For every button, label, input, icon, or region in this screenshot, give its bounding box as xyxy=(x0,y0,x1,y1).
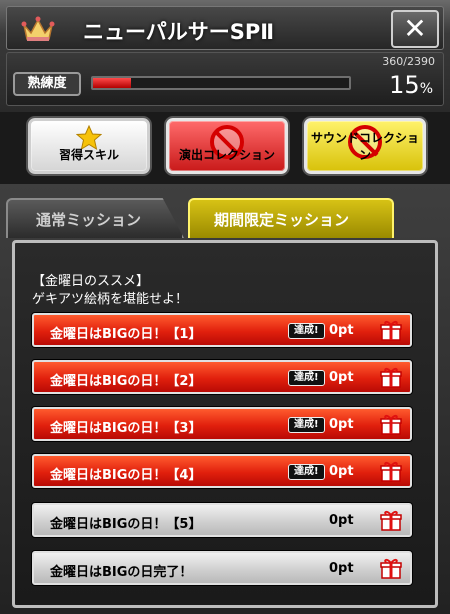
gift-icon[interactable] xyxy=(380,557,402,579)
achieved-badge: 達成! xyxy=(288,464,325,480)
skill-button[interactable]: 習得スキル xyxy=(28,118,150,174)
mission-row[interactable]: 金曜日はBIGの日！【3】 達成! 0pt xyxy=(32,407,412,441)
mission-label: 金曜日はBIGの日！【3】 xyxy=(50,421,202,436)
proficiency-count: 360/2390 xyxy=(382,55,435,68)
proficiency-fill xyxy=(93,78,132,88)
mission-row[interactable]: 金曜日はBIGの日！【1】 達成! 0pt xyxy=(32,313,412,347)
mission-row[interactable]: 金曜日はBIGの日完了！ 0pt xyxy=(32,551,412,585)
close-button[interactable]: ✕ xyxy=(391,10,439,48)
proficiency-panel: 熟練度 360/2390 15% xyxy=(6,52,444,106)
tab-limited-missions[interactable]: 期間限定ミッション xyxy=(188,198,394,238)
mission-label: 金曜日はBIGの日！【4】 xyxy=(50,468,202,483)
mission-label: 金曜日はBIGの日！【5】 xyxy=(50,517,202,532)
mission-row[interactable]: 金曜日はBIGの日！【4】 達成! 0pt xyxy=(32,454,412,488)
mission-row[interactable]: 金曜日はBIGの日！【2】 達成! 0pt xyxy=(32,360,412,394)
achieved-badge: 達成! xyxy=(288,417,325,433)
title-bar: ニューパルサーSPⅡ ✕ xyxy=(6,6,444,50)
mission-label: 金曜日はBIGの日完了！ xyxy=(50,565,193,580)
effect-collection-button[interactable]: 演出コレクション xyxy=(166,118,288,174)
mission-points: 0pt xyxy=(329,323,354,338)
gift-icon[interactable] xyxy=(380,413,402,435)
mission-title: 【金曜日のススメ】 xyxy=(32,274,150,289)
gift-icon[interactable] xyxy=(380,319,402,341)
crown-icon xyxy=(21,16,55,41)
proficiency-bar xyxy=(91,76,351,90)
effect-collection-label: 演出コレクション xyxy=(178,148,275,162)
gift-icon[interactable] xyxy=(380,509,402,531)
sound-collection-button[interactable]: サウンドコレクション xyxy=(304,118,426,174)
mission-points: 0pt xyxy=(329,464,354,479)
tab-normal-missions[interactable]: 通常ミッション xyxy=(6,198,184,238)
header: ニューパルサーSPⅡ ✕ 熟練度 360/2390 15% xyxy=(0,0,450,112)
mission-label: 金曜日はBIGの日！【1】 xyxy=(50,327,202,342)
proficiency-label: 熟練度 xyxy=(13,72,81,96)
mission-points: 0pt xyxy=(329,513,354,528)
proficiency-percent-unit: % xyxy=(419,81,433,97)
sound-collection-label: サウンドコレクション xyxy=(310,131,419,162)
achieved-badge: 達成! xyxy=(288,323,325,339)
mission-label: 金曜日はBIGの日！【2】 xyxy=(50,374,202,389)
mission-points: 0pt xyxy=(329,561,354,576)
proficiency-percent: 15% xyxy=(389,71,433,99)
mission-row[interactable]: 金曜日はBIGの日！【5】 0pt xyxy=(32,503,412,537)
skill-button-label: 習得スキル xyxy=(58,148,119,162)
mission-points: 0pt xyxy=(329,417,354,432)
close-icon: ✕ xyxy=(403,12,427,45)
mission-points: 0pt xyxy=(329,370,354,385)
gift-icon[interactable] xyxy=(380,366,402,388)
achieved-badge: 達成! xyxy=(288,370,325,386)
proficiency-percent-value: 15 xyxy=(389,71,420,99)
mission-description: ゲキアツ絵柄を堪能せよ！ xyxy=(32,292,189,307)
page-title: ニューパルサーSPⅡ xyxy=(83,20,275,44)
gift-icon[interactable] xyxy=(380,460,402,482)
